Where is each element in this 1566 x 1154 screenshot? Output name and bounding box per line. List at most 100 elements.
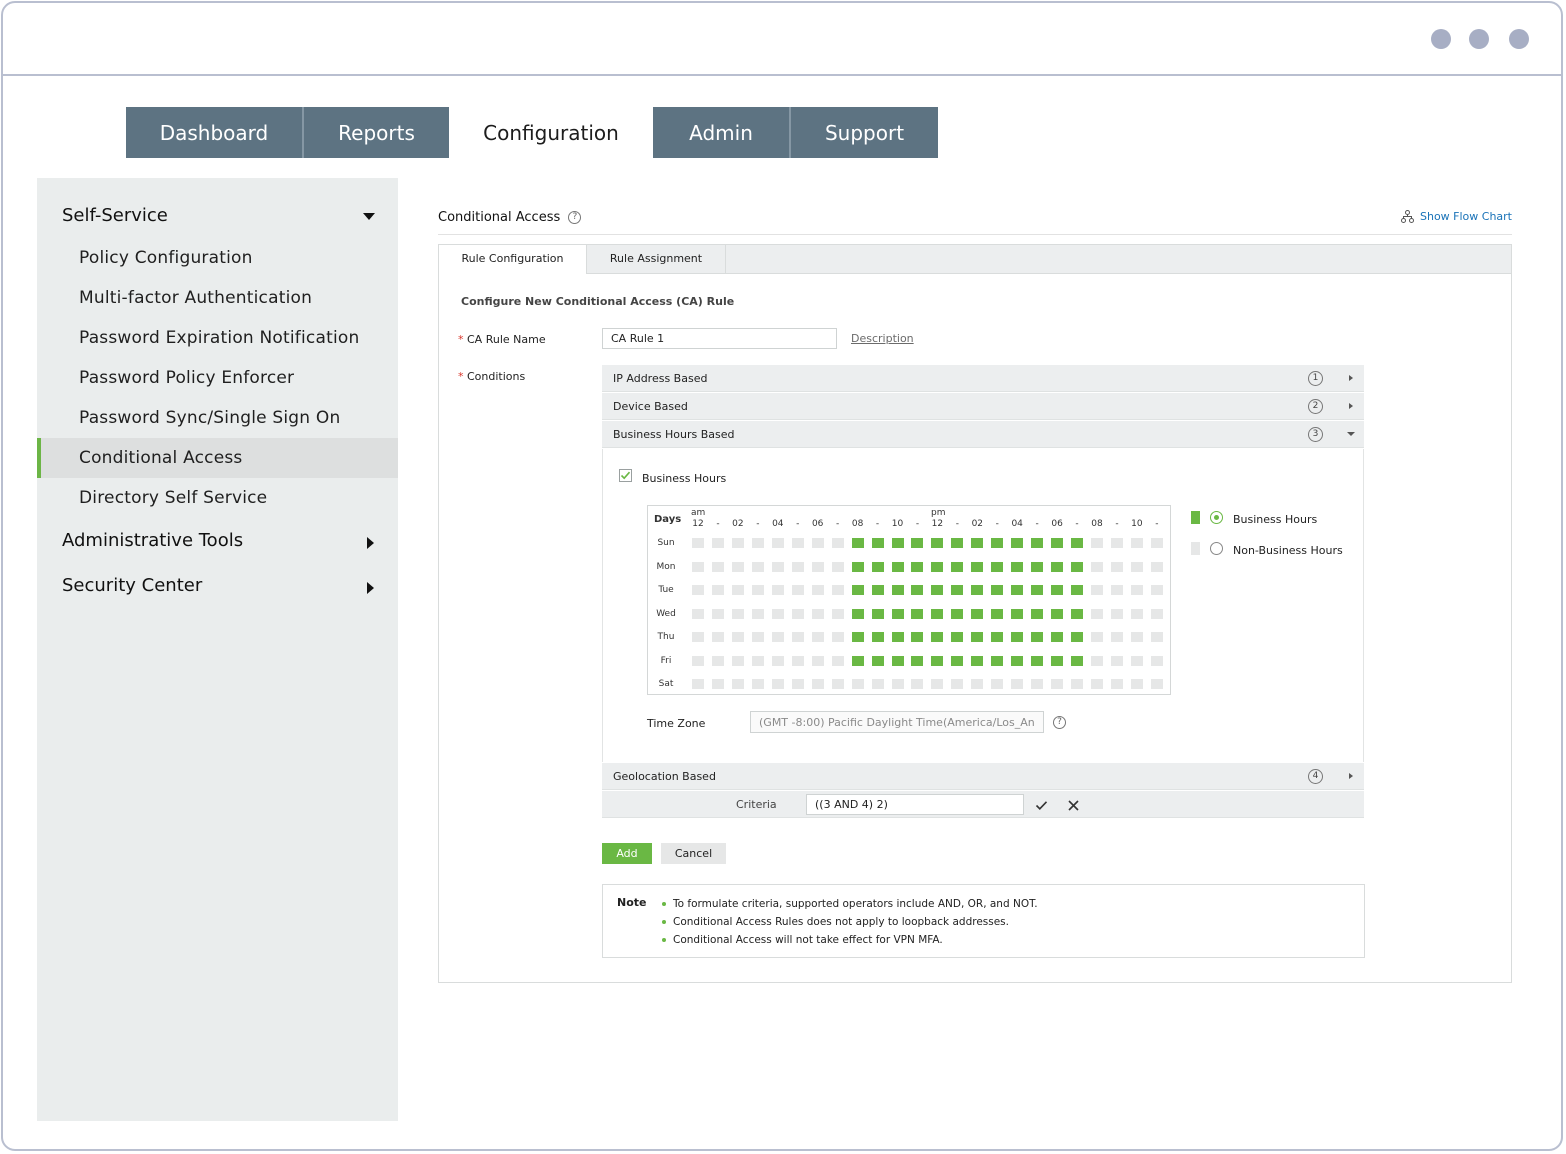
- schedule-cell[interactable]: [692, 632, 704, 642]
- schedule-cell[interactable]: [1150, 655, 1163, 666]
- schedule-cell[interactable]: [1051, 608, 1064, 619]
- schedule-cell[interactable]: [831, 679, 844, 689]
- schedule-cell[interactable]: [1130, 679, 1143, 689]
- schedule-cell[interactable]: [711, 679, 724, 689]
- schedule-cell[interactable]: [871, 679, 884, 689]
- schedule-cell[interactable]: [1071, 679, 1084, 689]
- schedule-cell[interactable]: [731, 538, 744, 548]
- tab-dashboard[interactable]: Dashboard: [126, 107, 302, 158]
- schedule-cell[interactable]: [1011, 585, 1024, 595]
- schedule-cell[interactable]: [731, 608, 744, 619]
- chevron-right-icon[interactable]: [367, 582, 374, 594]
- schedule-cell[interactable]: [831, 561, 844, 572]
- schedule-cell[interactable]: [891, 679, 904, 689]
- schedule-cell[interactable]: [931, 679, 944, 689]
- show-flow-chart-link[interactable]: Show Flow Chart: [1400, 210, 1512, 223]
- schedule-cell[interactable]: [1150, 561, 1163, 572]
- schedule-cell[interactable]: [991, 538, 1004, 548]
- schedule-cell[interactable]: [751, 585, 764, 595]
- schedule-cell[interactable]: [1091, 585, 1103, 595]
- help-icon[interactable]: ?: [1053, 716, 1066, 729]
- schedule-cell[interactable]: [1011, 608, 1024, 619]
- schedule-cell[interactable]: [1051, 561, 1064, 572]
- schedule-cell[interactable]: [791, 561, 804, 572]
- condition-geolocation[interactable]: Geolocation Based 4: [602, 763, 1364, 790]
- schedule-cell[interactable]: [891, 608, 904, 619]
- schedule-cell[interactable]: [951, 538, 964, 548]
- schedule-cell[interactable]: [891, 655, 904, 666]
- criteria-input[interactable]: ((3 AND 4) 2): [806, 794, 1024, 815]
- schedule-cell[interactable]: [971, 561, 984, 572]
- schedule-cell[interactable]: [1130, 585, 1143, 595]
- sidebar-section-security-center[interactable]: Security Center: [62, 575, 202, 596]
- schedule-cell[interactable]: [771, 655, 784, 666]
- sidebar-item-conditional-access[interactable]: Conditional Access: [37, 438, 398, 478]
- schedule-cell[interactable]: [692, 679, 704, 689]
- schedule-cell[interactable]: [971, 679, 984, 689]
- non-business-hours-radio[interactable]: [1210, 542, 1223, 555]
- schedule-cell[interactable]: [1031, 632, 1044, 642]
- schedule-cell[interactable]: [731, 632, 744, 642]
- tab-configuration[interactable]: Configuration: [449, 107, 653, 158]
- schedule-cell[interactable]: [751, 679, 764, 689]
- schedule-cell[interactable]: [1150, 538, 1163, 548]
- schedule-cell[interactable]: [931, 585, 944, 595]
- schedule-cell[interactable]: [911, 561, 924, 572]
- schedule-cell[interactable]: [711, 538, 724, 548]
- schedule-cell[interactable]: [1091, 608, 1103, 619]
- schedule-cell[interactable]: [1071, 608, 1084, 619]
- schedule-cell[interactable]: [831, 538, 844, 548]
- add-button[interactable]: Add: [602, 843, 652, 864]
- schedule-cell[interactable]: [1011, 655, 1024, 666]
- schedule-cell[interactable]: [811, 585, 824, 595]
- sidebar-section-administrative-tools[interactable]: Administrative Tools: [62, 530, 243, 551]
- chevron-down-icon[interactable]: [1347, 432, 1355, 436]
- window-dot-icon[interactable]: [1431, 29, 1451, 49]
- sidebar-item-directory-self-service[interactable]: Directory Self Service: [37, 478, 398, 518]
- schedule-cell[interactable]: [811, 561, 824, 572]
- schedule-cell[interactable]: [951, 655, 964, 666]
- chevron-right-icon[interactable]: [1349, 773, 1353, 779]
- schedule-cell[interactable]: [1031, 538, 1044, 548]
- schedule-cell[interactable]: [831, 655, 844, 666]
- schedule-cell[interactable]: [931, 655, 944, 666]
- description-link[interactable]: Description: [851, 332, 914, 345]
- schedule-cell[interactable]: [871, 632, 884, 642]
- schedule-cell[interactable]: [1130, 538, 1143, 548]
- business-hours-checkbox[interactable]: [619, 469, 632, 482]
- schedule-cell[interactable]: [951, 679, 964, 689]
- sidebar-item-policy-configuration[interactable]: Policy Configuration: [37, 238, 398, 278]
- schedule-cell[interactable]: [1071, 632, 1084, 642]
- schedule-cell[interactable]: [1110, 655, 1123, 666]
- schedule-cell[interactable]: [1150, 679, 1163, 689]
- sidebar-item-mfa[interactable]: Multi-factor Authentication: [37, 278, 398, 318]
- schedule-cell[interactable]: [1110, 679, 1123, 689]
- schedule-cell[interactable]: [1051, 585, 1064, 595]
- business-hours-radio[interactable]: [1210, 511, 1223, 524]
- schedule-cell[interactable]: [971, 655, 984, 666]
- schedule-cell[interactable]: [951, 608, 964, 619]
- schedule-cell[interactable]: [1130, 655, 1143, 666]
- schedule-cell[interactable]: [991, 608, 1004, 619]
- schedule-cell[interactable]: [871, 585, 884, 595]
- tab-reports[interactable]: Reports: [302, 107, 449, 158]
- tab-support[interactable]: Support: [789, 107, 938, 158]
- schedule-cell[interactable]: [771, 561, 784, 572]
- schedule-cell[interactable]: [911, 632, 924, 642]
- schedule-cell[interactable]: [851, 608, 864, 619]
- schedule-cell[interactable]: [911, 608, 924, 619]
- schedule-cell[interactable]: [851, 585, 864, 595]
- cancel-button[interactable]: Cancel: [661, 843, 726, 864]
- confirm-check-icon[interactable]: [1035, 800, 1048, 811]
- chevron-right-icon[interactable]: [1349, 375, 1353, 381]
- schedule-cell[interactable]: [711, 585, 724, 595]
- schedule-cell[interactable]: [851, 538, 864, 548]
- schedule-cell[interactable]: [731, 679, 744, 689]
- schedule-cell[interactable]: [1130, 561, 1143, 572]
- schedule-cell[interactable]: [711, 608, 724, 619]
- schedule-cell[interactable]: [971, 608, 984, 619]
- schedule-cell[interactable]: [891, 561, 904, 572]
- schedule-cell[interactable]: [692, 655, 704, 666]
- schedule-cell[interactable]: [1091, 679, 1103, 689]
- schedule-cell[interactable]: [1150, 608, 1163, 619]
